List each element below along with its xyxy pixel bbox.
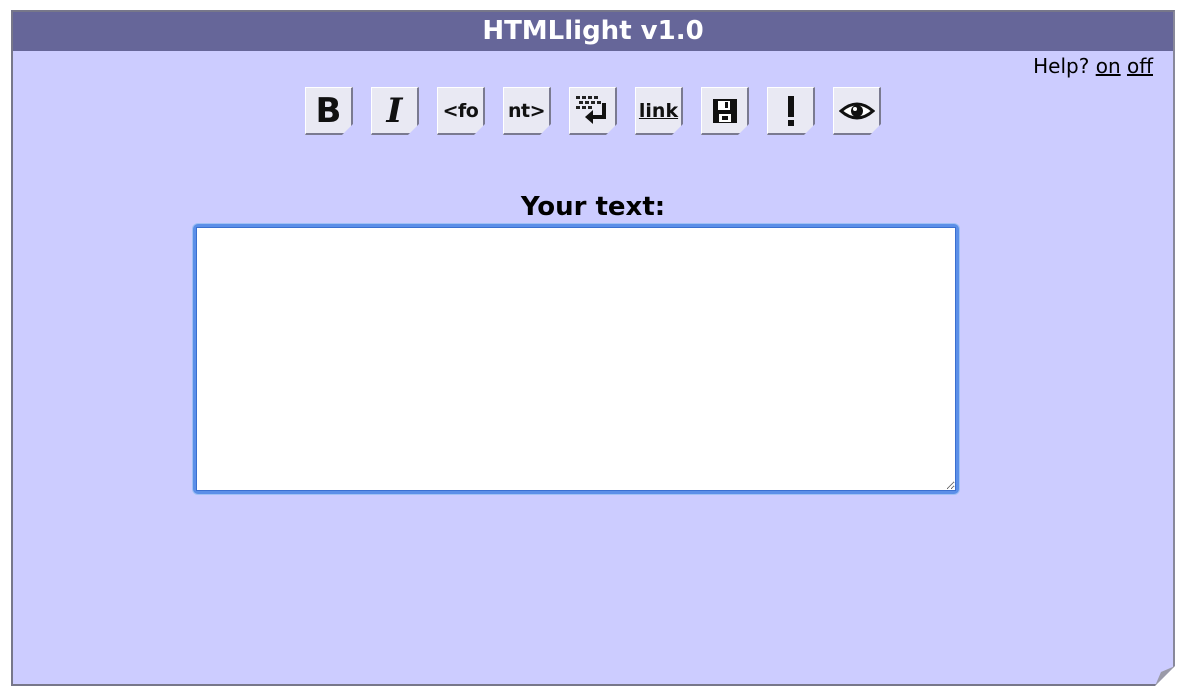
bold-button[interactable]: B [305,87,353,135]
formatting-toolbar: B I <fo nt> link [13,87,1173,135]
italic-button[interactable]: I [371,87,419,135]
app-title-bar: HTMLlight v1.0 [13,12,1173,51]
font-open-tag-button[interactable]: <fo [437,87,485,135]
font-close-tag-button[interactable]: nt> [503,87,551,135]
editor-textarea[interactable] [196,227,956,491]
line-break-button[interactable] [569,87,617,135]
app-title: HTMLlight v1.0 [482,16,704,46]
help-off-link[interactable]: off [1127,54,1153,78]
editor-textarea-container [193,224,959,494]
preview-button[interactable] [833,87,881,135]
help-toggle: Help? on off [1033,54,1153,78]
help-label: Help? [1033,54,1090,78]
alert-button[interactable] [767,87,815,135]
editor-label: Your text: [520,192,666,222]
link-button[interactable]: link [635,87,683,135]
editor-panel: HTMLlight v1.0 Help? on off B I <fo nt> [11,10,1175,686]
page-curl-icon [1155,666,1175,686]
save-button[interactable] [701,87,749,135]
help-on-link[interactable]: on [1096,54,1121,78]
